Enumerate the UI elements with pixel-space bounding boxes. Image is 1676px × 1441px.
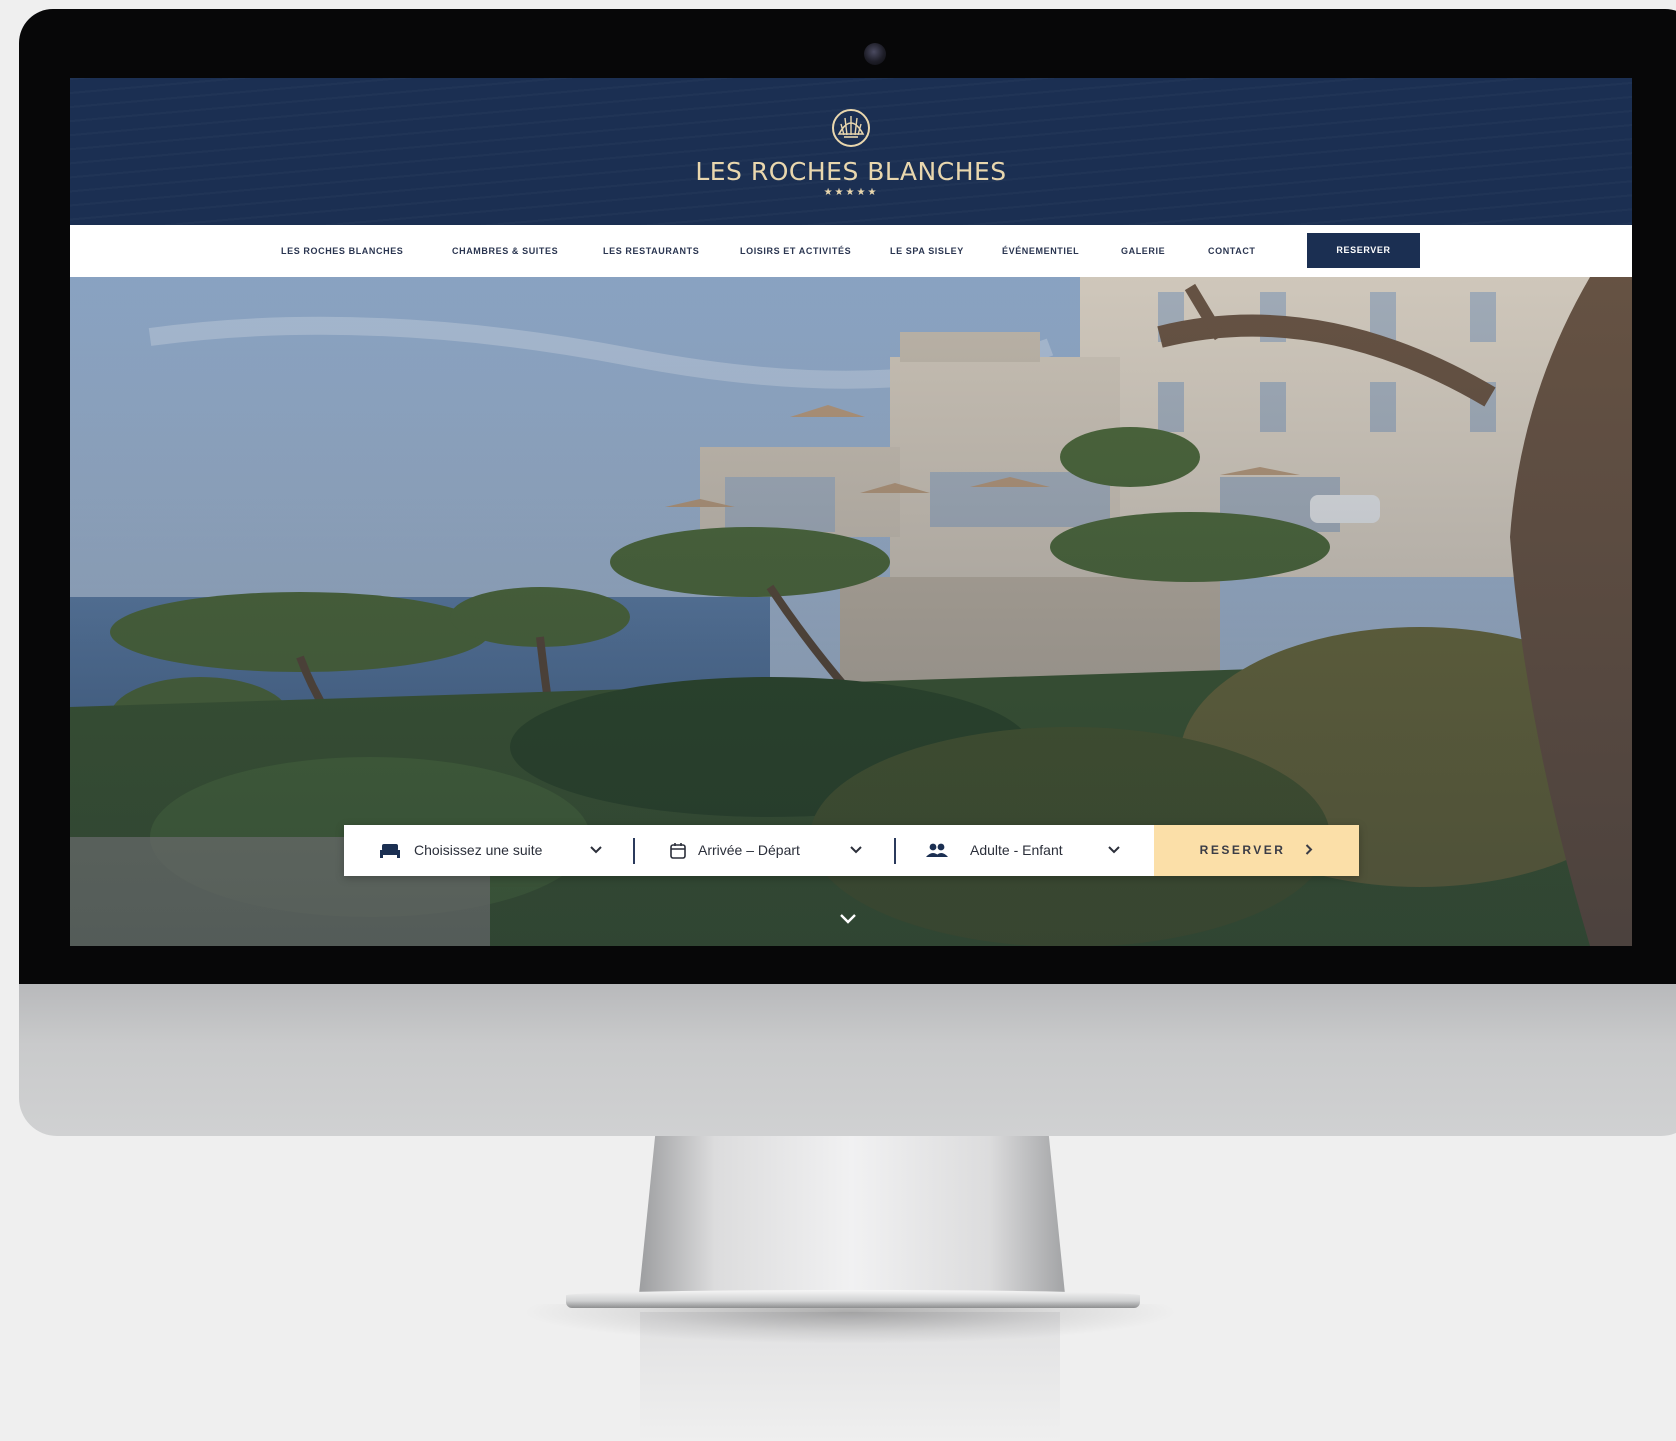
chevron-down-icon: [590, 846, 602, 854]
dates-select[interactable]: Arrivée – Départ: [670, 825, 870, 876]
nav-item-chambres-suites[interactable]: CHAMBRES & SUITES: [452, 225, 558, 277]
nav-item-galerie[interactable]: GALERIE: [1121, 225, 1165, 277]
site-header: LES ROCHES BLANCHES ★★★★★: [70, 78, 1632, 225]
scroll-down-chevron-icon[interactable]: [838, 913, 858, 925]
people-icon: [926, 843, 948, 857]
monitor-stand: [638, 1136, 1066, 1304]
nav-item-contact[interactable]: CONTACT: [1208, 225, 1256, 277]
divider: [894, 838, 896, 864]
booking-bar: Choisissez une suite Arrivée – Départ Ad…: [344, 825, 1359, 876]
nav-item-evenementiel[interactable]: ÉVÉNEMENTIEL: [1002, 225, 1079, 277]
bed-icon: [380, 844, 400, 858]
monitor-chin: [19, 984, 1676, 1136]
booking-reserve-button[interactable]: RESERVER: [1154, 825, 1359, 876]
chevron-right-icon: [1306, 844, 1313, 855]
dates-select-label: Arrivée – Départ: [698, 842, 800, 858]
divider: [633, 838, 635, 864]
nav-item-restaurants[interactable]: LES RESTAURANTS: [603, 225, 699, 277]
suite-select-label: Choisissez une suite: [414, 842, 543, 858]
brand-stars: ★★★★★: [823, 187, 879, 198]
camera-icon: [864, 43, 886, 65]
calendar-icon: [670, 843, 686, 859]
guests-select-label: Adulte - Enfant: [970, 842, 1063, 858]
nav-reserve-button[interactable]: RESERVER: [1307, 233, 1420, 268]
brand-name[interactable]: LES ROCHES BLANCHES: [70, 157, 1632, 186]
nav-item-loisirs[interactable]: LOISIRS ET ACTIVITÉS: [740, 225, 851, 277]
main-nav: LES ROCHES BLANCHES CHAMBRES & SUITES LE…: [70, 225, 1632, 277]
booking-reserve-label: RESERVER: [1199, 843, 1286, 857]
guests-select[interactable]: Adulte - Enfant: [926, 825, 1131, 876]
stand-shadow: [520, 1304, 1180, 1344]
nav-item-spa[interactable]: LE SPA SISLEY: [890, 225, 964, 277]
nav-item-les-roches-blanches[interactable]: LES ROCHES BLANCHES: [281, 225, 403, 277]
chevron-down-icon: [1108, 846, 1120, 854]
suite-select[interactable]: Choisissez une suite: [380, 825, 615, 876]
shell-logo-icon[interactable]: [831, 108, 871, 148]
monitor-foot: [566, 1290, 1140, 1308]
chevron-down-icon: [850, 846, 862, 854]
website-screen: LES ROCHES BLANCHES ★★★★★ LES ROCHES BLA…: [70, 78, 1632, 946]
